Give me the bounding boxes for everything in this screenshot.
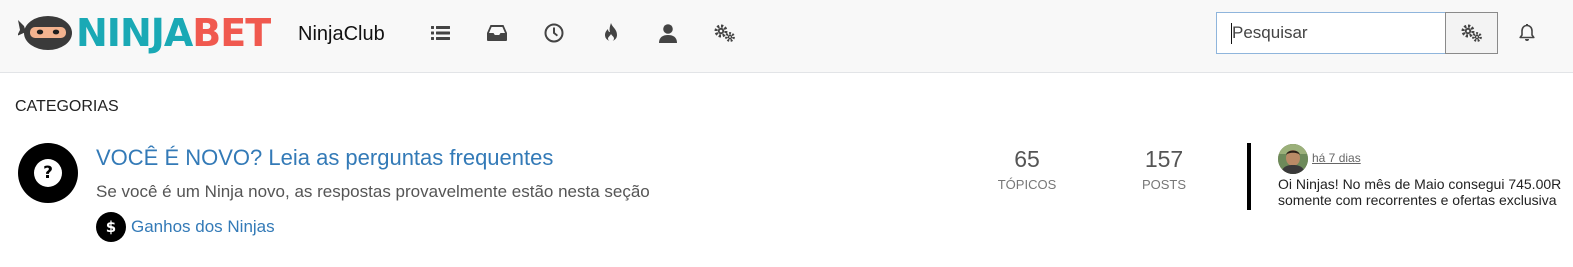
clock-icon[interactable] bbox=[542, 21, 566, 45]
topics-count: 65 bbox=[1014, 146, 1040, 172]
section-title: CATEGORIAS bbox=[15, 98, 119, 115]
teaser-post-text[interactable]: Oi Ninjas! No mês de Maio consegui 745.0… bbox=[1278, 176, 1573, 210]
main-nav bbox=[428, 21, 770, 45]
search-input[interactable] bbox=[1217, 13, 1445, 53]
topics-stat: 65 TÓPICOS bbox=[977, 145, 1077, 194]
category-title-link[interactable]: VOCÊ É NOVO? Leia as perguntas frequente… bbox=[96, 145, 553, 171]
posts-label: POSTS bbox=[1141, 177, 1187, 192]
posts-count: 157 bbox=[1144, 146, 1184, 172]
dollar-icon: $ bbox=[96, 212, 126, 242]
fire-icon[interactable] bbox=[599, 21, 623, 45]
list-icon[interactable] bbox=[428, 21, 452, 45]
gears-icon bbox=[1461, 24, 1482, 42]
category-icon[interactable]: ? bbox=[18, 143, 78, 203]
question-mark-icon: ? bbox=[34, 159, 62, 187]
site-title[interactable]: NinjaClub bbox=[298, 22, 385, 46]
user-icon[interactable] bbox=[656, 21, 680, 45]
brand-logo[interactable]: NINJA BET bbox=[17, 11, 271, 55]
teaser-divider bbox=[1247, 143, 1251, 210]
bell-icon[interactable] bbox=[1516, 22, 1538, 44]
text-caret bbox=[1231, 23, 1232, 44]
ninja-mascot-icon bbox=[17, 14, 74, 52]
teaser-timestamp-link[interactable]: há 7 dias bbox=[1312, 151, 1361, 165]
search-field[interactable] bbox=[1216, 12, 1446, 54]
posts-stat: 157 POSTS bbox=[1114, 145, 1214, 194]
subcategory-link[interactable]: $ Ganhos dos Ninjas bbox=[96, 212, 275, 242]
inbox-icon[interactable] bbox=[485, 21, 509, 45]
search-options-button[interactable] bbox=[1445, 12, 1498, 54]
category-description: Se você é um Ninja novo, as respostas pr… bbox=[96, 182, 650, 201]
logo-text-ninja: NINJA bbox=[76, 11, 193, 55]
gears-icon[interactable] bbox=[713, 21, 737, 45]
subcategory-label: Ganhos dos Ninjas bbox=[131, 217, 275, 236]
logo-text-bet: BET bbox=[192, 11, 271, 55]
top-navbar: NINJA BET NinjaClub bbox=[0, 0, 1573, 73]
avatar[interactable] bbox=[1278, 144, 1308, 174]
topics-label: TÓPICOS bbox=[997, 177, 1057, 192]
